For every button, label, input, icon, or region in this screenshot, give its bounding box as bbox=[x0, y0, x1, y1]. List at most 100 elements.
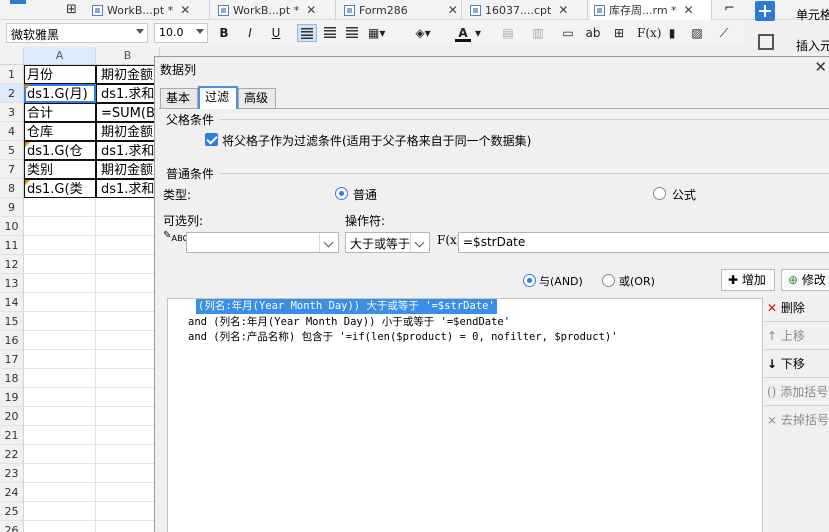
align-center-button[interactable] bbox=[321, 24, 339, 42]
table-icon[interactable]: ⊞ bbox=[611, 24, 627, 42]
cell-b[interactable]: 期初金额 bbox=[96, 65, 160, 84]
chart-icon[interactable]: ▮ bbox=[664, 24, 680, 42]
row-header[interactable]: 17 bbox=[0, 350, 24, 369]
row-header[interactable]: 20 bbox=[0, 407, 24, 426]
cell-b[interactable] bbox=[96, 331, 160, 350]
cell-a[interactable] bbox=[24, 274, 96, 293]
fill-color-button[interactable]: ◈▾ bbox=[415, 24, 431, 42]
cell-a[interactable] bbox=[24, 369, 96, 388]
cell-b[interactable] bbox=[96, 426, 160, 445]
cell-b[interactable] bbox=[96, 464, 160, 483]
tab-filter[interactable]: 过滤 bbox=[198, 86, 238, 109]
cell-b[interactable]: =SUM(B bbox=[96, 103, 160, 122]
row-header[interactable]: 18 bbox=[0, 369, 24, 388]
cell-a[interactable] bbox=[24, 502, 96, 521]
cell-b[interactable] bbox=[96, 445, 160, 464]
cell-b[interactable]: ds1.求和 bbox=[96, 179, 160, 198]
cell-a[interactable] bbox=[24, 388, 96, 407]
row-header[interactable]: 19 bbox=[0, 388, 24, 407]
document-tab-active[interactable]: 库存周...rm * ✕ bbox=[590, 0, 712, 20]
image-icon[interactable]: ▨ bbox=[689, 24, 705, 42]
modify-condition-button[interactable]: ⊕ 修改 bbox=[781, 269, 829, 291]
underline-button[interactable]: U bbox=[268, 24, 284, 42]
condition-list[interactable]: (列名:年月(Year Month Day)) 大于或等于 '=$strDate… bbox=[167, 298, 763, 532]
condition-item[interactable]: and (列名:年月(Year Month Day)) 小于或等于 '=$end… bbox=[188, 315, 510, 330]
cell-element-icon[interactable] bbox=[755, 1, 775, 21]
cell-b[interactable]: ds1.求和 bbox=[96, 141, 160, 160]
cell-a[interactable] bbox=[24, 236, 96, 255]
align-left-button[interactable] bbox=[297, 24, 317, 42]
row-header[interactable]: 10 bbox=[0, 217, 24, 236]
condition-item[interactable]: and (列名:产品名称) 包含于 '=if(len($product) = 0… bbox=[188, 330, 618, 345]
column-type-icon[interactable]: ✎ABC bbox=[163, 230, 188, 243]
cell-a[interactable] bbox=[24, 521, 96, 532]
cell-b[interactable] bbox=[96, 350, 160, 369]
parent-filter-checkbox[interactable] bbox=[205, 133, 218, 146]
row-header[interactable]: 26 bbox=[0, 521, 24, 532]
row-header[interactable]: 16 bbox=[0, 331, 24, 350]
delete-button[interactable]: ✕ 删除 bbox=[767, 297, 805, 319]
grid-menu-icon[interactable]: ⊞ bbox=[66, 2, 77, 17]
side-cell-element-label[interactable]: 单元格 bbox=[796, 6, 829, 23]
cell-b[interactable] bbox=[96, 369, 160, 388]
font-color-button[interactable]: A bbox=[455, 24, 471, 42]
column-select[interactable] bbox=[186, 232, 339, 253]
row-header[interactable]: 4 bbox=[0, 122, 24, 141]
cell-b[interactable]: ds1.求和 bbox=[96, 84, 160, 103]
cell-a[interactable] bbox=[24, 255, 96, 274]
document-tab[interactable]: Form286 ✕ bbox=[340, 0, 462, 20]
move-up-button[interactable]: ↑ 上移 bbox=[767, 325, 805, 347]
italic-button[interactable]: I bbox=[242, 24, 258, 42]
cell-b[interactable] bbox=[96, 198, 160, 217]
cell-b[interactable] bbox=[96, 502, 160, 521]
row-header[interactable]: 12 bbox=[0, 255, 24, 274]
cell-b[interactable] bbox=[96, 483, 160, 502]
wrap-text-button[interactable]: ab bbox=[585, 24, 601, 42]
cell-a[interactable] bbox=[24, 426, 96, 445]
cell-b[interactable] bbox=[96, 407, 160, 426]
cell-a[interactable]: ds1.G(仓 bbox=[24, 141, 96, 160]
row-header[interactable]: 15 bbox=[0, 312, 24, 331]
row-header[interactable]: 21 bbox=[0, 426, 24, 445]
row-header[interactable]: 14 bbox=[0, 293, 24, 312]
cell-b[interactable] bbox=[96, 217, 160, 236]
cell-a[interactable]: 仓库 bbox=[24, 122, 96, 141]
cell-b[interactable] bbox=[96, 293, 160, 312]
unmerge-cells-icon[interactable]: ▥ bbox=[530, 24, 546, 42]
cell-b[interactable] bbox=[96, 274, 160, 293]
row-header[interactable]: 8 bbox=[0, 179, 24, 198]
type-normal-radio[interactable] bbox=[335, 187, 348, 200]
or-radio[interactable] bbox=[602, 274, 615, 287]
formula-button[interactable]: F(x) bbox=[637, 24, 661, 42]
close-tab-icon[interactable]: ✕ bbox=[448, 3, 458, 17]
cell-a[interactable] bbox=[24, 198, 96, 217]
cursor-pin-icon[interactable]: ⌐ bbox=[724, 1, 735, 16]
condition-item[interactable]: (列名:年月(Year Month Day)) 大于或等于 '=$strDate… bbox=[196, 299, 497, 314]
row-header[interactable]: 7 bbox=[0, 160, 24, 179]
close-icon[interactable]: ✕ bbox=[814, 58, 827, 76]
cell-a[interactable]: ds1.G(月) bbox=[24, 84, 96, 103]
row-header[interactable]: 23 bbox=[0, 464, 24, 483]
cell-b[interactable] bbox=[96, 388, 160, 407]
document-tab[interactable]: WorkB...pt * ✕ bbox=[214, 0, 336, 20]
cell-a[interactable]: ds1.G(类 bbox=[24, 179, 96, 198]
clear-format-icon[interactable]: ⟋ bbox=[716, 24, 732, 42]
move-down-button[interactable]: ↓ 下移 bbox=[767, 353, 805, 375]
column-header[interactable]: B bbox=[96, 47, 160, 65]
row-header[interactable]: 9 bbox=[0, 198, 24, 217]
cell-a[interactable] bbox=[24, 293, 96, 312]
row-header[interactable]: 25 bbox=[0, 502, 24, 521]
corner-header[interactable] bbox=[0, 47, 24, 65]
chevron-down-icon[interactable]: ▾ bbox=[470, 24, 486, 42]
side-insert-label[interactable]: 插入元 bbox=[796, 37, 829, 54]
cell-a[interactable] bbox=[24, 312, 96, 331]
row-header[interactable]: 13 bbox=[0, 274, 24, 293]
column-header[interactable]: A bbox=[24, 47, 96, 65]
cell-b[interactable] bbox=[96, 255, 160, 274]
merge-cells-icon[interactable]: ▤ bbox=[500, 24, 516, 42]
remove-parenthesis-button[interactable]: ⨯ 去掉括号 bbox=[767, 409, 829, 431]
cell-b[interactable] bbox=[96, 521, 160, 532]
font-size-select[interactable]: 10.0 bbox=[154, 23, 208, 43]
document-tab[interactable]: WorkB...pt * ✕ bbox=[88, 0, 210, 20]
insert-row-icon[interactable]: ▭ bbox=[560, 24, 576, 42]
